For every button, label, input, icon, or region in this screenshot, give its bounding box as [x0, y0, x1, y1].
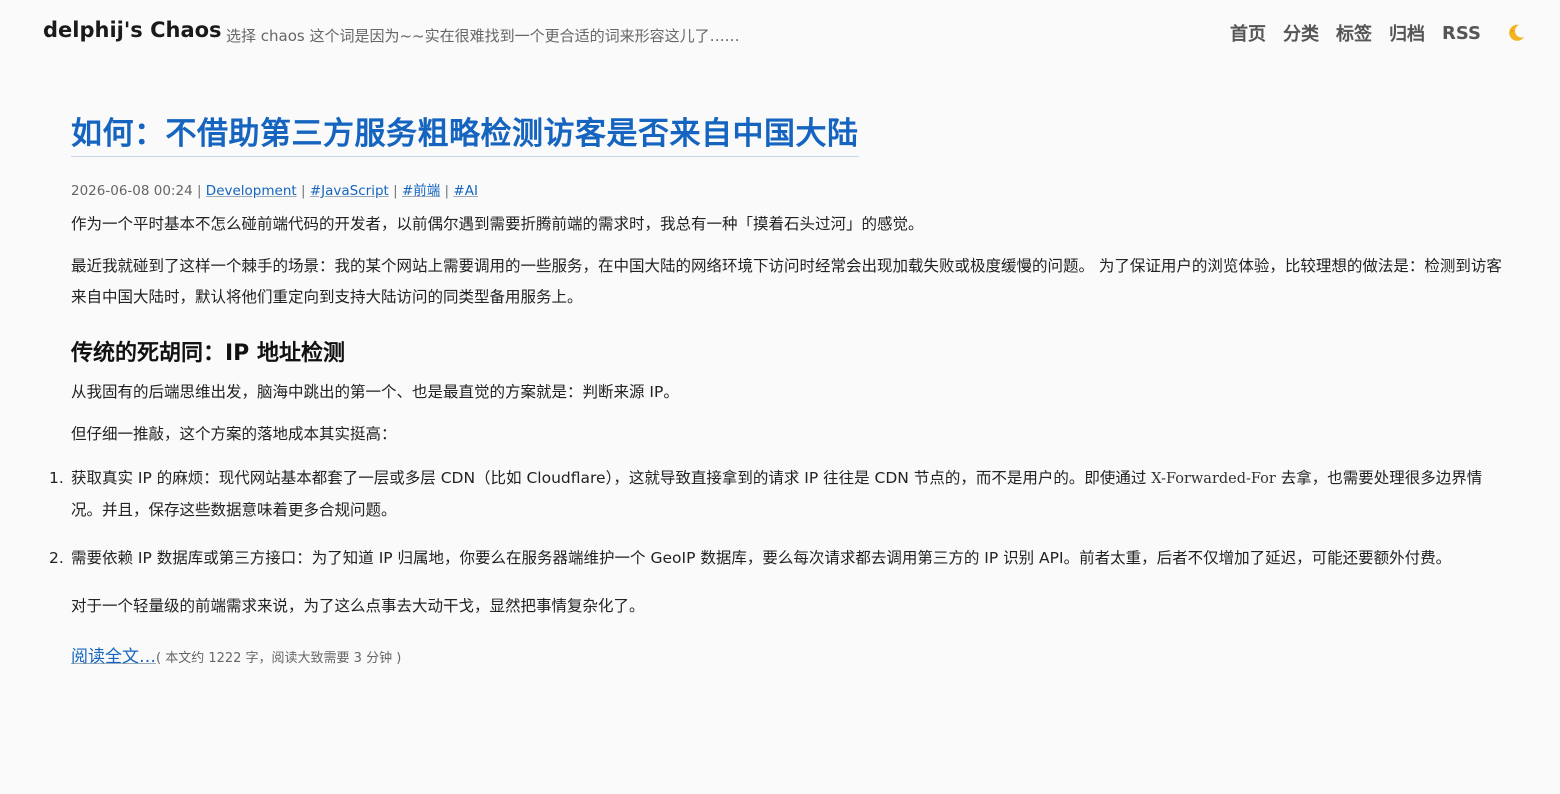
paragraph: 从我固有的后端思维出发，脑海中跳出的第一个、也是最直觉的方案就是：判断来源 IP…	[71, 383, 679, 401]
nav-item-archives[interactable]: 归档	[1389, 20, 1425, 46]
meta-separator: |	[388, 183, 402, 199]
list-item: 2. 需要依赖 IP 数据库或第三方接口：为了知道 IP 归属地，你要么在服务器端…	[49, 543, 1511, 574]
meta-separator: |	[192, 183, 206, 199]
moon-icon[interactable]	[1504, 22, 1526, 44]
site-title-link[interactable]: delphij's Chaos	[43, 18, 222, 42]
read-more-link[interactable]: 阅读全文…	[71, 647, 156, 667]
list-text: 需要依赖 IP 数据库或第三方接口：为了知道 IP 归属地，你要么在服务器端维护…	[71, 549, 1452, 567]
paragraph: 对于一个轻量级的前端需求来说，为了这么点事去大动干戈，显然把事情复杂化了。	[71, 597, 645, 615]
nav-item-tags[interactable]: 标签	[1336, 20, 1372, 46]
read-more-line: 阅读全文…( 本文约 1222 字，阅读大致需要 3 分钟 )	[71, 642, 1511, 667]
site-description: 选择 chaos 这个词是因为~~实在很难找到一个更合适的词来形容这儿了……	[226, 27, 740, 45]
section-heading: 传统的死胡同：IP 地址检测	[71, 341, 345, 366]
nav-item-categories[interactable]: 分类	[1283, 20, 1319, 46]
nav-item-rss[interactable]: RSS	[1442, 23, 1481, 44]
post-meta: 2026-06-08 00:24 | Development | #JavaSc…	[71, 179, 1511, 199]
site-header: delphij's Chaos 选择 chaos 这个词是因为~~实在很难找到一…	[0, 0, 1560, 68]
post-title-link[interactable]: 如何：不借助第三方服务粗略检测访客是否来自中国大陆	[71, 112, 859, 157]
paragraph: 作为一个平时基本不怎么碰前端代码的开发者，以前偶尔遇到需要折腾前端的需求时，我总…	[71, 215, 924, 233]
post-date: 2026-06-08 00:24	[71, 183, 193, 199]
tag-link-frontend[interactable]: #前端	[402, 183, 440, 199]
tag-link-ai[interactable]: #AI	[453, 183, 478, 199]
post-content: 作为一个平时基本不怎么碰前端代码的开发者，以前偶尔遇到需要折腾前端的需求时，我总…	[49, 209, 1511, 622]
ordered-list: 1. 获取真实 IP 的麻烦：现代网站基本都套了一层或多层 CDN（比如 Clou…	[49, 463, 1511, 574]
inline-code: X-Forwarded-For	[1151, 471, 1276, 487]
word-count: ( 本文约 1222 字，阅读大致需要 3 分钟 )	[156, 651, 402, 666]
tag-link-javascript[interactable]: #JavaScript	[310, 183, 389, 199]
post: 如何：不借助第三方服务粗略检测访客是否来自中国大陆 2026-06-08 00:…	[49, 112, 1511, 667]
paragraph: 最近我就碰到了这样一个棘手的场景：我的某个网站上需要调用的一些服务，在中国大陆的…	[71, 257, 1502, 306]
list-number: 1.	[49, 469, 64, 487]
list-text: 获取真实 IP 的麻烦：现代网站基本都套了一层或多层 CDN（比如 Cloudf…	[71, 469, 1152, 487]
meta-separator: |	[440, 183, 454, 199]
nav-item-home[interactable]: 首页	[1230, 20, 1266, 46]
meta-separator: |	[296, 183, 310, 199]
list-item: 1. 获取真实 IP 的麻烦：现代网站基本都套了一层或多层 CDN（比如 Clou…	[49, 463, 1511, 526]
main-nav: 首页 分类 标签 归档 RSS	[1230, 20, 1526, 46]
paragraph: 但仔细一推敲，这个方案的落地成本其实挺高：	[71, 425, 397, 443]
category-link[interactable]: Development	[206, 183, 297, 199]
list-number: 2.	[49, 549, 64, 567]
